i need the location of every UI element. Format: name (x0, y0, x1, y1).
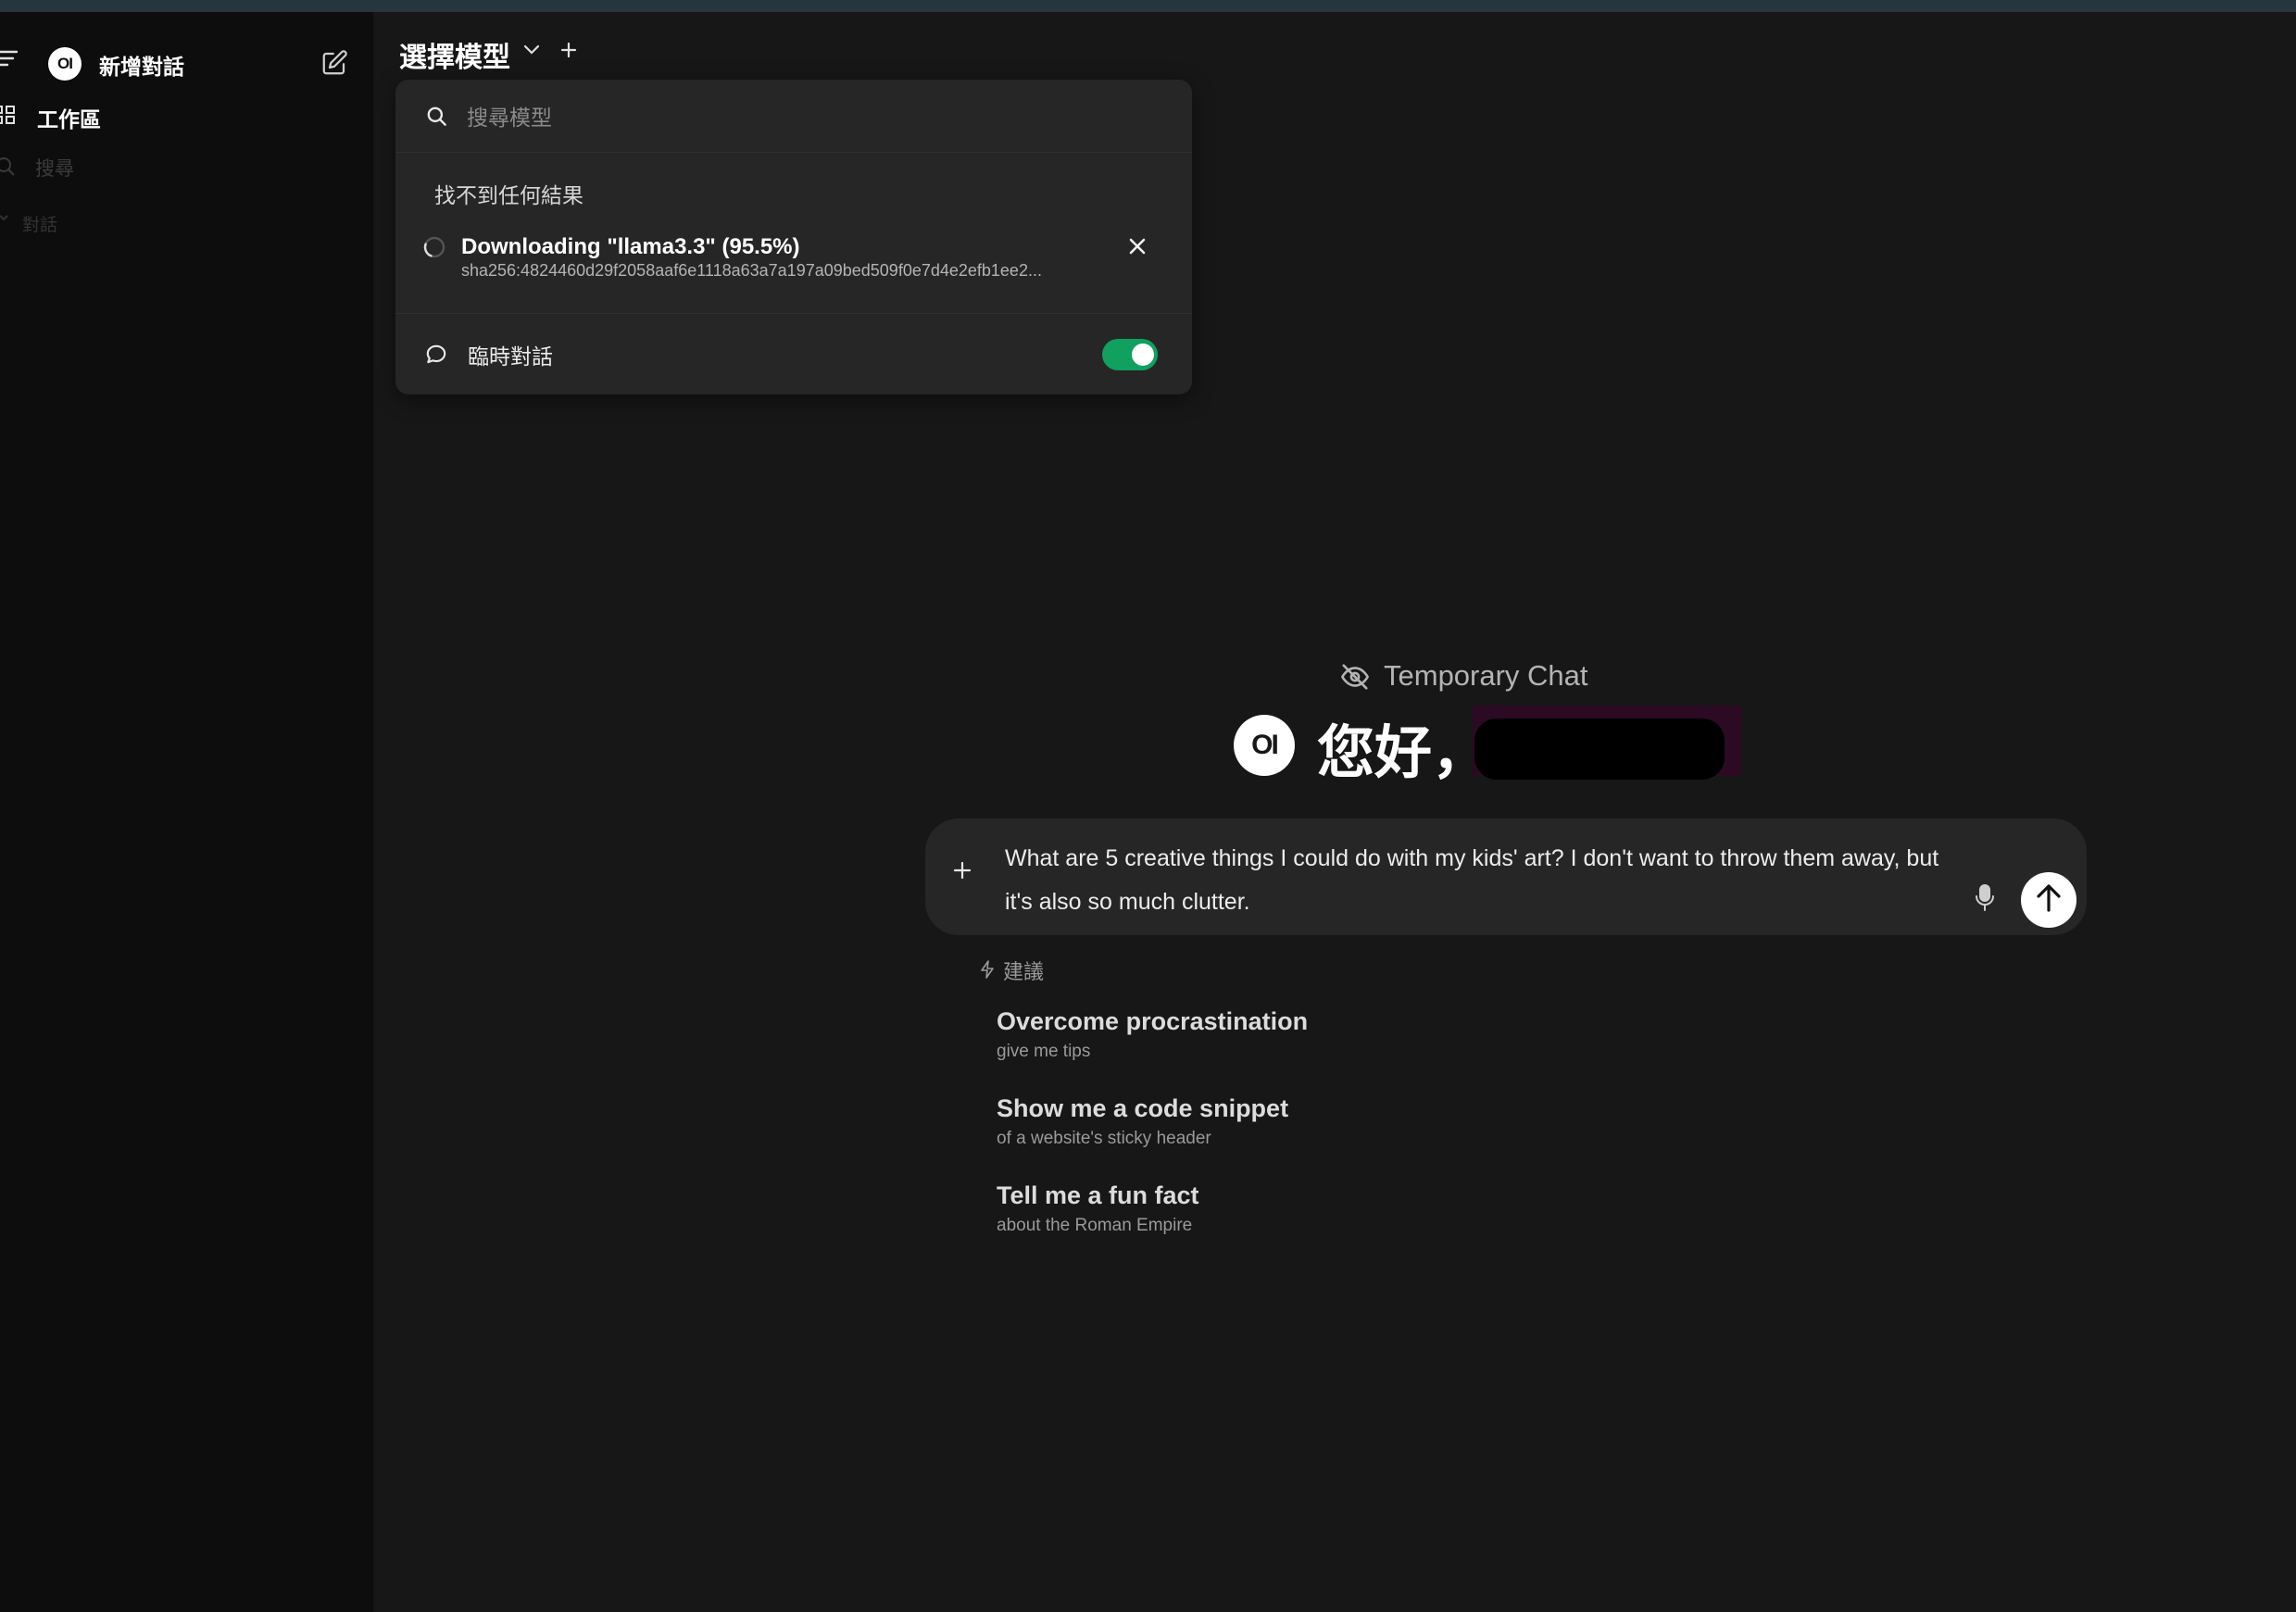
sidebar-logo[interactable]: OI (48, 47, 82, 81)
suggestion-subtitle: give me tips (997, 1042, 1091, 1061)
add-model-plus-icon[interactable] (560, 42, 577, 63)
model-selector[interactable]: 選擇模型 (399, 34, 510, 75)
suggestion-subtitle: about the Roman Empire (997, 1216, 1193, 1235)
send-button[interactable] (2021, 872, 2076, 928)
toggle-knob (1132, 344, 1154, 366)
chat-input-box: What are 5 creative things I could do wi… (925, 818, 2087, 935)
plus-icon[interactable] (951, 859, 973, 886)
download-status: Downloading "llama3.3" (95.5%) (461, 234, 800, 259)
suggestion-subtitle: of a website's sticky header (997, 1129, 1211, 1148)
sidebar-item-workspace[interactable]: 工作區 (37, 102, 101, 133)
suggestion-title: Show me a code snippet (997, 1094, 1289, 1122)
suggestions-header: 建議 (1003, 960, 1045, 983)
grid-icon (0, 105, 17, 130)
spinner-icon (422, 235, 446, 264)
divider (395, 152, 1192, 153)
model-search-input[interactable]: 搜尋模型 (467, 100, 552, 131)
suggestion-title: Tell me a fun fact (997, 1181, 1199, 1209)
pencil-square-icon[interactable] (320, 49, 348, 81)
new-chat-button[interactable]: 新增對話 (99, 49, 184, 81)
suggestion-item[interactable]: Overcome procrastination give me tips (997, 1007, 1308, 1062)
temporary-chat-label: 臨時對話 (468, 344, 553, 369)
arrow-up-icon (2034, 882, 2064, 918)
chat-input[interactable]: What are 5 creative things I could do wi… (1005, 837, 1968, 924)
menu-icon[interactable] (0, 49, 20, 68)
suggestion-item[interactable]: Tell me a fun fact about the Roman Empir… (997, 1181, 1199, 1236)
bolt-icon (979, 960, 996, 983)
download-digest: sha256:4824460d29f2058aaf6e1118a63a7a197… (461, 261, 1042, 280)
suggestion-title: Overcome procrastination (997, 1007, 1309, 1035)
divider (395, 313, 1192, 314)
sidebar: OI 新增對話 工作區 搜尋 對話 (0, 12, 373, 1612)
greeting-text: 您好， (1317, 721, 1490, 785)
close-icon[interactable] (1128, 237, 1147, 260)
no-results-text: 找不到任何結果 (434, 183, 583, 207)
eye-off-icon (1339, 663, 1371, 695)
suggestion-item[interactable]: Show me a code snippet of a website's st… (997, 1094, 1288, 1149)
sidebar-search-input[interactable]: 搜尋 (35, 154, 74, 181)
chevron-down-icon[interactable] (522, 44, 541, 61)
greeting-logo: OI (1234, 715, 1295, 776)
redacted-username (1474, 719, 1725, 780)
search-icon (425, 105, 449, 133)
search-icon (0, 156, 19, 181)
microphone-icon[interactable] (1973, 883, 1997, 918)
model-dropdown: 搜尋模型 找不到任何結果 Downloading "llama3.3" (95.… (395, 80, 1192, 394)
temporary-chat-indicator: Temporary Chat (1384, 659, 1588, 692)
window-top-bar (0, 0, 2296, 12)
temporary-chat-toggle[interactable] (1102, 339, 1158, 370)
chevron-down-icon[interactable] (0, 212, 13, 229)
chats-section-label[interactable]: 對話 (22, 211, 57, 236)
chat-bubble-icon (424, 343, 448, 371)
